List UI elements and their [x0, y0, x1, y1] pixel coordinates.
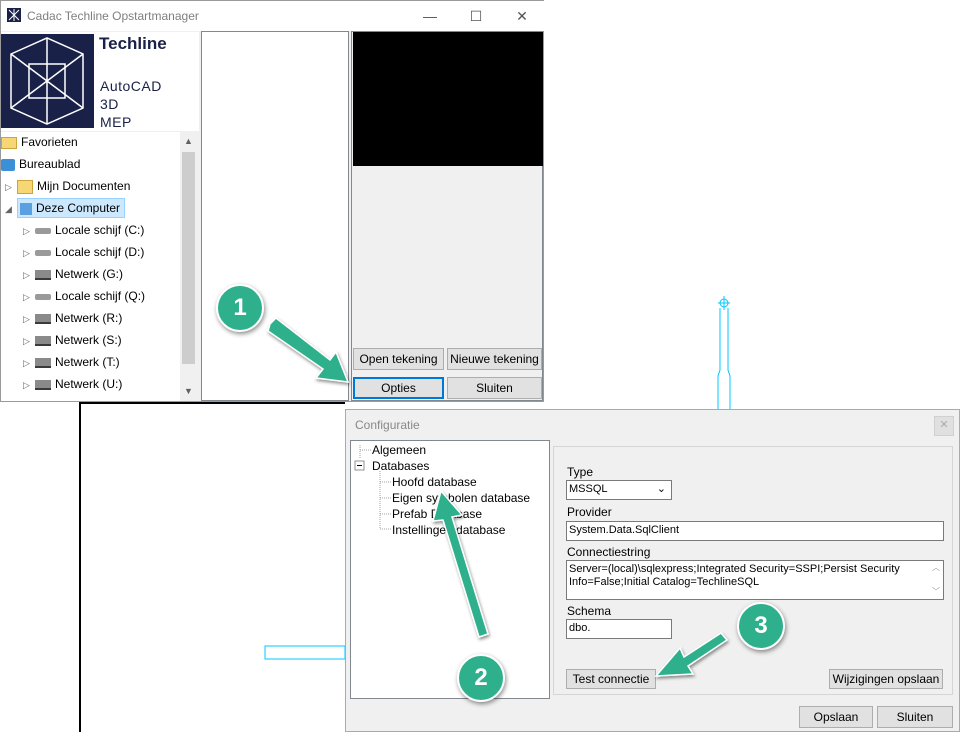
callout-badge-1: 1 — [216, 284, 264, 332]
callout-badge-2: 2 — [457, 654, 505, 702]
arrow-3-icon — [654, 632, 729, 677]
annotation-arrows — [267, 317, 729, 677]
arrow-2-icon — [431, 489, 489, 638]
callout-badge-3: 3 — [737, 602, 785, 650]
arrow-1-icon — [267, 317, 350, 383]
